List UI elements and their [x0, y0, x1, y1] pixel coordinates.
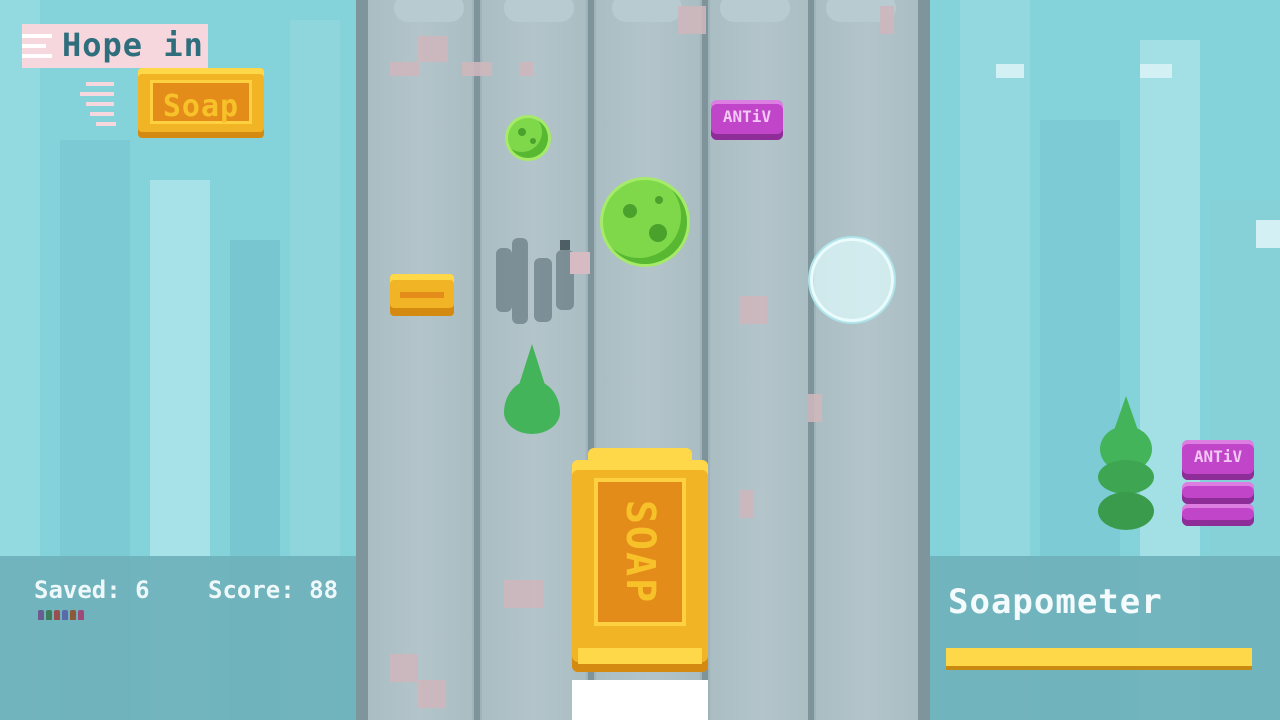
shadow-figure-head	[560, 240, 570, 250]
lane-cap	[504, 0, 574, 22]
soapometer-label: Soapometer	[948, 582, 1163, 622]
person-icon	[38, 610, 44, 620]
lane-cap	[612, 0, 682, 22]
score-counter: Score: 88	[208, 576, 339, 604]
person-icon	[46, 610, 52, 620]
title-logo-hope: Hope in	[22, 24, 208, 68]
bg-tile	[1256, 220, 1280, 248]
germ-icon	[603, 180, 687, 264]
road-tile	[462, 62, 492, 76]
antiv-stack-icon	[1182, 482, 1254, 504]
soap-label-panel: Soap	[150, 80, 252, 124]
lane	[368, 0, 472, 720]
shadow-figure	[534, 258, 552, 322]
bg-tile	[1140, 64, 1172, 78]
road-tile	[390, 62, 420, 76]
road-tile	[678, 6, 706, 34]
gold-soap-icon	[390, 274, 454, 316]
title-logo-soap: Soap	[138, 68, 264, 138]
shadow-figure-face	[570, 252, 590, 274]
road-tile	[808, 394, 822, 422]
germ-icon	[508, 118, 548, 158]
bg-tile	[996, 64, 1024, 78]
player-soap-base	[578, 648, 702, 664]
shadow-figure	[496, 248, 512, 312]
player-soap-text: SOAP	[617, 499, 663, 605]
drop-stack-icon	[1096, 396, 1156, 536]
road-tile	[740, 490, 754, 518]
title-line-2: Soap	[162, 89, 240, 124]
shadow-figure	[512, 238, 528, 324]
road-tile	[390, 654, 418, 682]
lane-cap	[720, 0, 790, 22]
road-tile	[418, 36, 448, 62]
antiv-icon: ANTiV	[711, 100, 783, 140]
soapometer-bar	[946, 648, 1252, 670]
soapometer-fill	[946, 652, 1252, 666]
saved-people-row	[38, 610, 84, 620]
saved-counter: Saved: 6	[34, 576, 150, 604]
player-foam	[572, 680, 708, 720]
lane-divider	[474, 0, 480, 720]
road-tile	[520, 62, 534, 76]
antiv-stack-icon	[1182, 504, 1254, 526]
lane-cap	[394, 0, 464, 22]
person-icon	[78, 610, 84, 620]
person-icon	[62, 610, 68, 620]
lane-divider	[808, 0, 814, 720]
title-line-1: Hope in	[62, 26, 204, 64]
road-tile	[418, 680, 446, 708]
logo-stripes	[80, 82, 140, 142]
hud-right-panel	[930, 556, 1280, 720]
road-tile	[880, 6, 894, 34]
player-soap-label: SOAP	[594, 478, 686, 626]
road-tile	[740, 296, 768, 324]
player-soap[interactable]: SOAP	[572, 448, 708, 680]
bubble-icon	[810, 238, 894, 322]
road-tile	[504, 580, 544, 608]
lane	[816, 0, 918, 720]
person-icon	[70, 610, 76, 620]
antiv-icon: ANTiV	[1182, 440, 1254, 480]
person-icon	[54, 610, 60, 620]
